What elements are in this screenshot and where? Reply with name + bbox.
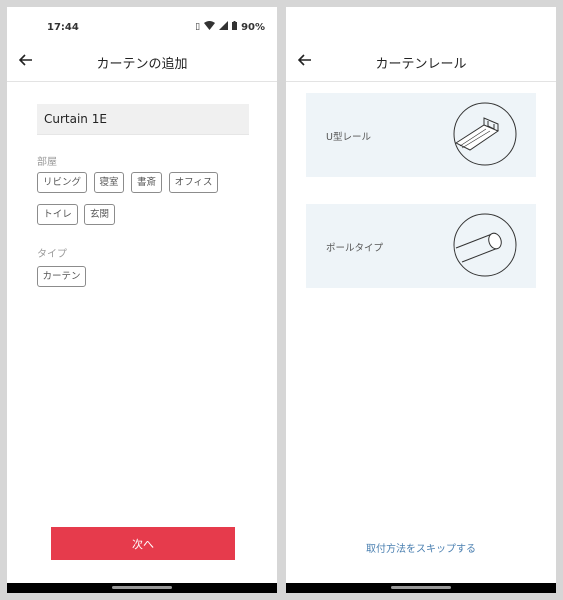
curtain-name-input[interactable] [37,104,249,135]
room-chip-office[interactable]: オフィス [169,172,218,193]
type-chip-curtain[interactable]: カーテン [37,266,86,287]
room-chip-toilet[interactable]: トイレ [37,204,78,225]
type-section-label: タイプ [37,249,67,260]
pole-type-label: ポールタイプ [326,243,384,254]
page-title: カーテンの追加 [96,57,188,72]
pole-type-option[interactable]: ポールタイプ [306,204,536,288]
add-curtain-screen: 17:44 ▯ 90% カーテンの追加 部屋 リビング 寝室 書斎 オフィス ト… [7,7,277,593]
home-handle[interactable] [112,586,172,589]
battery-icon [232,21,238,33]
system-nav-bar [7,583,277,593]
curtain-rail-screen: カーテンレール U型レール ポールタイプ 取付方法をスキップする [286,7,556,593]
app-bar: カーテンレール [286,39,556,82]
u-rail-option[interactable]: U型レール [306,93,536,177]
app-bar: カーテンの追加 [7,39,277,82]
vibrate-icon: ▯ [195,22,201,32]
wifi-icon [204,21,216,33]
room-chip-living[interactable]: リビング [37,172,87,193]
room-chip-bedroom[interactable]: 寝室 [94,172,124,193]
room-chip-study[interactable]: 書斎 [131,172,162,193]
status-time: 17:44 [47,22,79,33]
signal-icon [219,21,229,33]
battery-percent: 90% [241,21,265,33]
room-chip-entrance[interactable]: 玄関 [84,204,115,225]
u-rail-label: U型レール [326,132,371,143]
system-nav-bar [286,583,556,593]
u-rail-icon [452,101,518,171]
next-button[interactable]: 次へ [51,527,235,560]
home-handle[interactable] [391,586,451,589]
pole-rail-icon [452,212,518,282]
room-section-label: 部屋 [37,157,57,168]
page-title: カーテンレール [375,57,467,72]
status-bar: 17:44 ▯ 90% [7,7,277,43]
skip-install-method-link[interactable]: 取付方法をスキップする [286,540,556,555]
